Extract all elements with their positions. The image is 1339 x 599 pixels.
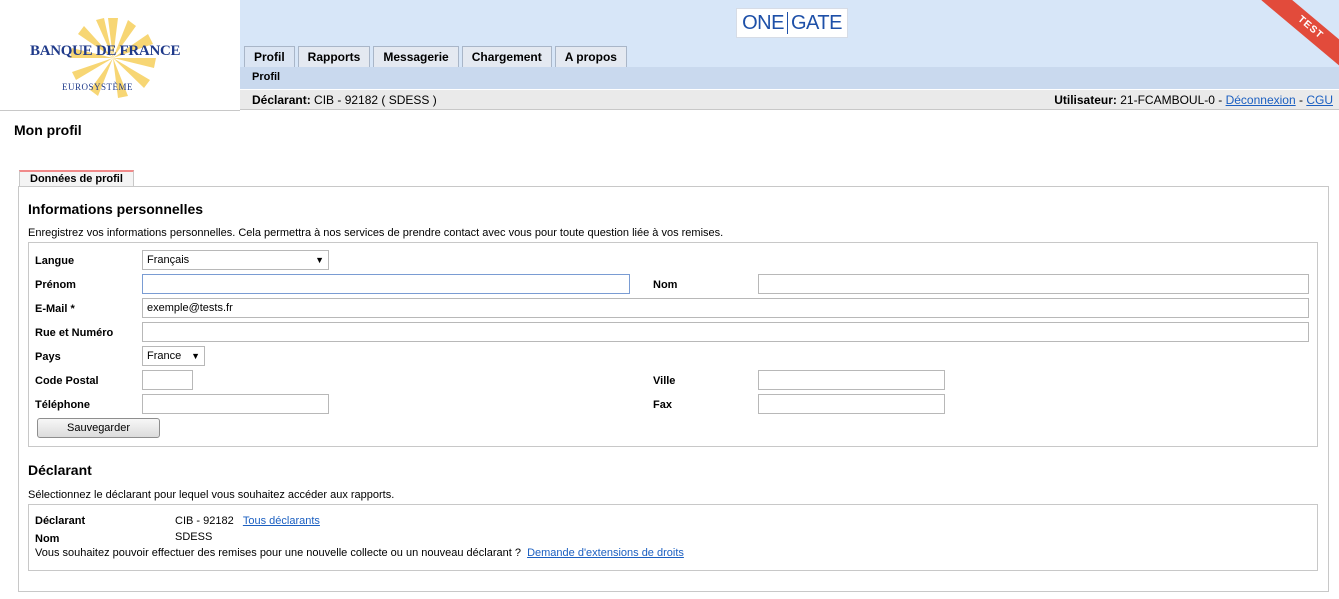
chevron-down-icon: ▼: [191, 351, 200, 361]
rue-label: Rue et Numéro: [35, 327, 114, 339]
pays-select-value: France: [147, 350, 182, 362]
main-nav-tabs: Profil Rapports Messagerie Chargement A …: [244, 46, 627, 68]
prenom-input[interactable]: [142, 274, 630, 294]
app-logo-divider: [786, 12, 788, 34]
ville-label: Ville: [653, 375, 676, 387]
langue-label: Langue: [35, 255, 75, 267]
user-value: 21-FCAMBOUL-0: [1120, 93, 1215, 107]
declarant-field-label: Déclarant: [35, 515, 86, 527]
tab-messagerie[interactable]: Messagerie: [373, 46, 459, 67]
profile-panel: Informations personnelles Enregistrez vo…: [18, 186, 1329, 592]
declarant-label: Déclarant:: [252, 93, 311, 107]
code-postal-input[interactable]: [142, 370, 193, 390]
context-bar: Déclarant: CIB - 92182 ( SDESS ) Utilisa…: [240, 90, 1339, 110]
chevron-down-icon: ▼: [315, 255, 324, 265]
telephone-input[interactable]: [142, 394, 329, 414]
rights-extension-link[interactable]: Demande d'extensions de droits: [527, 547, 684, 559]
declarant-nom-value: SDESS: [175, 531, 213, 543]
app-logo: ONE GATE: [736, 8, 848, 38]
cgu-link[interactable]: CGU: [1306, 93, 1333, 107]
declarant-code: CIB - 92182: [175, 515, 234, 527]
telephone-label: Téléphone: [35, 399, 91, 411]
fax-input[interactable]: [758, 394, 945, 414]
brand-subtitle: EUROSYSTÈME: [62, 82, 134, 92]
sub-nav-band: Profil: [240, 67, 1339, 89]
langue-select[interactable]: Français ▼: [142, 250, 329, 270]
page-title: Mon profil: [14, 122, 82, 138]
all-declarants-link[interactable]: Tous déclarants: [243, 515, 320, 527]
personal-info-form: Langue Français ▼ Prénom Nom E-Mail * Ru…: [28, 242, 1318, 447]
user-info: Utilisateur: 21-FCAMBOUL-0 - Déconnexion…: [1054, 93, 1333, 107]
app-logo-right: GATE: [790, 11, 842, 34]
declarant-nom-label: Nom: [35, 533, 60, 545]
email-label: E-Mail *: [35, 303, 75, 315]
separator: -: [1214, 93, 1226, 107]
nom-input[interactable]: [758, 274, 1309, 294]
rue-input[interactable]: [142, 322, 1309, 342]
extension-question: Vous souhaitez pouvoir effectuer des rem…: [35, 547, 521, 559]
fax-label: Fax: [653, 399, 672, 411]
pays-label: Pays: [35, 351, 61, 363]
extension-request-line: Vous souhaitez pouvoir effectuer des rem…: [35, 547, 684, 559]
tab-chargement[interactable]: Chargement: [461, 46, 552, 67]
logout-link[interactable]: Déconnexion: [1226, 93, 1296, 107]
current-declarant: Déclarant: CIB - 92182 ( SDESS ): [252, 93, 437, 107]
sub-nav-item-profil[interactable]: Profil: [252, 71, 280, 83]
ville-input[interactable]: [758, 370, 945, 390]
tab-profil[interactable]: Profil: [244, 46, 295, 68]
personal-info-description: Enregistrez vos informations personnelle…: [28, 227, 724, 239]
personal-info-title: Informations personnelles: [28, 201, 204, 217]
langue-select-value: Français: [147, 254, 190, 266]
tab-a-propos[interactable]: A propos: [554, 46, 627, 67]
brand-logo-area: BANQUE DE FRANCE EUROSYSTÈME: [0, 0, 240, 111]
separator: -: [1295, 93, 1307, 107]
prenom-label: Prénom: [35, 279, 76, 291]
save-button[interactable]: Sauvegarder: [37, 418, 160, 438]
brand-name: BANQUE DE FRANCE: [30, 43, 181, 59]
user-label: Utilisateur:: [1054, 93, 1117, 107]
tab-rapports[interactable]: Rapports: [297, 46, 371, 67]
tab-donnees-de-profil[interactable]: Données de profil: [19, 170, 134, 187]
declarant-box: Déclarant CIB - 92182 Tous déclarants No…: [28, 504, 1318, 571]
pays-select[interactable]: France ▼: [142, 346, 205, 366]
declarant-field-value: CIB - 92182 Tous déclarants: [175, 515, 320, 527]
code-postal-label: Code Postal: [35, 375, 99, 387]
email-input[interactable]: [142, 298, 1309, 318]
app-logo-left: ONE: [742, 11, 784, 34]
declarant-section-title: Déclarant: [28, 462, 92, 478]
nom-label: Nom: [653, 279, 678, 291]
declarant-section-description: Sélectionnez le déclarant pour lequel vo…: [28, 489, 395, 501]
declarant-value: CIB - 92182 ( SDESS ): [314, 93, 437, 107]
